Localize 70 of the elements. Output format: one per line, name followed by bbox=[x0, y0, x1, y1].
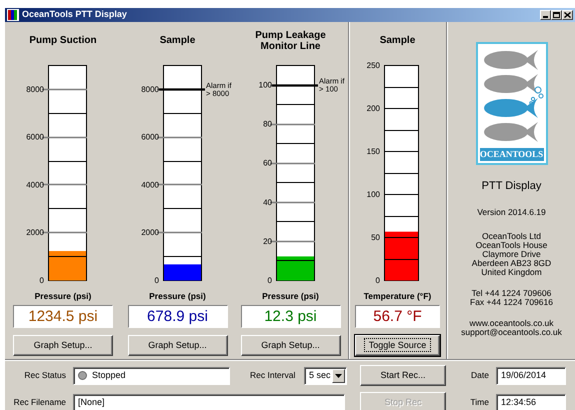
graph-setup-button[interactable]: Graph Setup... bbox=[13, 335, 113, 356]
dropdown-button[interactable] bbox=[332, 368, 345, 382]
scale-label: 50 bbox=[371, 233, 380, 242]
scale-label: 200 bbox=[366, 104, 380, 113]
scale-label: 4000 bbox=[141, 180, 159, 190]
scale-label: 60 bbox=[263, 158, 272, 168]
contact-line: support@oceantools.co.uk bbox=[461, 328, 562, 337]
address-line: Claymore Drive bbox=[482, 250, 541, 259]
scale-label: 150 bbox=[366, 147, 380, 156]
field-label: Rec Filename bbox=[12, 396, 67, 409]
scale-label: 8000 bbox=[26, 84, 44, 94]
minimize-button[interactable] bbox=[540, 10, 551, 20]
filename-field: [None] bbox=[73, 394, 345, 410]
scale-label: 20 bbox=[263, 236, 272, 246]
measurement-label: Pressure (psi) bbox=[149, 290, 206, 303]
reading-display: 678.9 psi bbox=[128, 305, 228, 328]
gauge-title: Sample bbox=[380, 34, 416, 48]
field-label: Date bbox=[470, 369, 490, 382]
reading-display: 1234.5 psi bbox=[13, 305, 113, 328]
measurement-label: Temperature (°F) bbox=[364, 290, 432, 303]
address-line: OceanTools House bbox=[476, 241, 548, 250]
scale-label: 0 bbox=[40, 276, 44, 285]
app-icon bbox=[7, 9, 19, 21]
field-label: Rec Interval bbox=[250, 369, 296, 382]
scale-label: 0 bbox=[268, 276, 272, 285]
scale-label: 100 bbox=[258, 80, 272, 90]
time-field: 12:34:56 bbox=[496, 394, 566, 410]
toggle-source-button[interactable]: Toggle Source bbox=[355, 335, 440, 356]
gauge-title: Pump Suction bbox=[29, 34, 97, 48]
gauge-title: Pump Leakage Monitor Line bbox=[254, 28, 327, 54]
date-field: 19/06/2014 bbox=[496, 366, 566, 384]
scale-label: 250 bbox=[366, 61, 380, 70]
caret-icon bbox=[335, 374, 342, 378]
scale-label: 8000 bbox=[141, 84, 159, 94]
address-line: OceanTools Ltd bbox=[482, 232, 542, 241]
contact-line: www.oceantools.co.uk bbox=[469, 319, 554, 328]
maximize-icon bbox=[553, 12, 560, 18]
graph-setup-button[interactable]: Graph Setup... bbox=[128, 335, 228, 356]
scale-label: 2000 bbox=[141, 228, 159, 238]
maximize-button[interactable] bbox=[551, 10, 562, 20]
scale-label: 6000 bbox=[141, 132, 159, 142]
measurement-label: Pressure (psi) bbox=[34, 290, 92, 303]
product-name: PTT Display bbox=[482, 180, 542, 193]
window-title: OceanTools PTT Display bbox=[22, 8, 127, 22]
gauge-title: Sample bbox=[160, 34, 196, 48]
logo-text: OCEANTOOLS bbox=[480, 148, 544, 161]
start-record-button[interactable]: Start Rec... bbox=[360, 365, 446, 386]
reading-display: 56.7 °F bbox=[355, 305, 440, 328]
scale-label: 40 bbox=[263, 198, 272, 207]
address-line: Aberdeen AB23 8GD bbox=[472, 259, 552, 268]
graph-setup-button[interactable]: Graph Setup... bbox=[240, 335, 340, 356]
field-label: Rec Status bbox=[23, 369, 67, 382]
close-button[interactable] bbox=[562, 10, 573, 20]
scale-label: 2000 bbox=[26, 228, 44, 238]
scale-label: 0 bbox=[376, 276, 380, 285]
address-line: United Kingdom bbox=[481, 268, 542, 277]
close-icon bbox=[564, 12, 571, 18]
scale-label: 80 bbox=[263, 120, 272, 129]
scale-label: 6000 bbox=[26, 132, 44, 142]
phone-line: Fax +44 1224 709616 bbox=[470, 298, 553, 307]
measurement-label: Pressure (psi) bbox=[262, 290, 319, 303]
version-text: Version 2014.6.19 bbox=[477, 208, 546, 217]
reading-display: 12.3 psi bbox=[240, 305, 340, 328]
scale-label: 0 bbox=[154, 276, 159, 285]
status-field: Stopped bbox=[73, 366, 230, 384]
phone-line: Tel +44 1224 709606 bbox=[472, 289, 552, 298]
scale-label: 100 bbox=[366, 190, 380, 199]
scale-label: 4000 bbox=[26, 180, 44, 190]
interval-dropdown[interactable]: 5 sec bbox=[304, 366, 347, 384]
field-label: Time bbox=[469, 396, 490, 409]
